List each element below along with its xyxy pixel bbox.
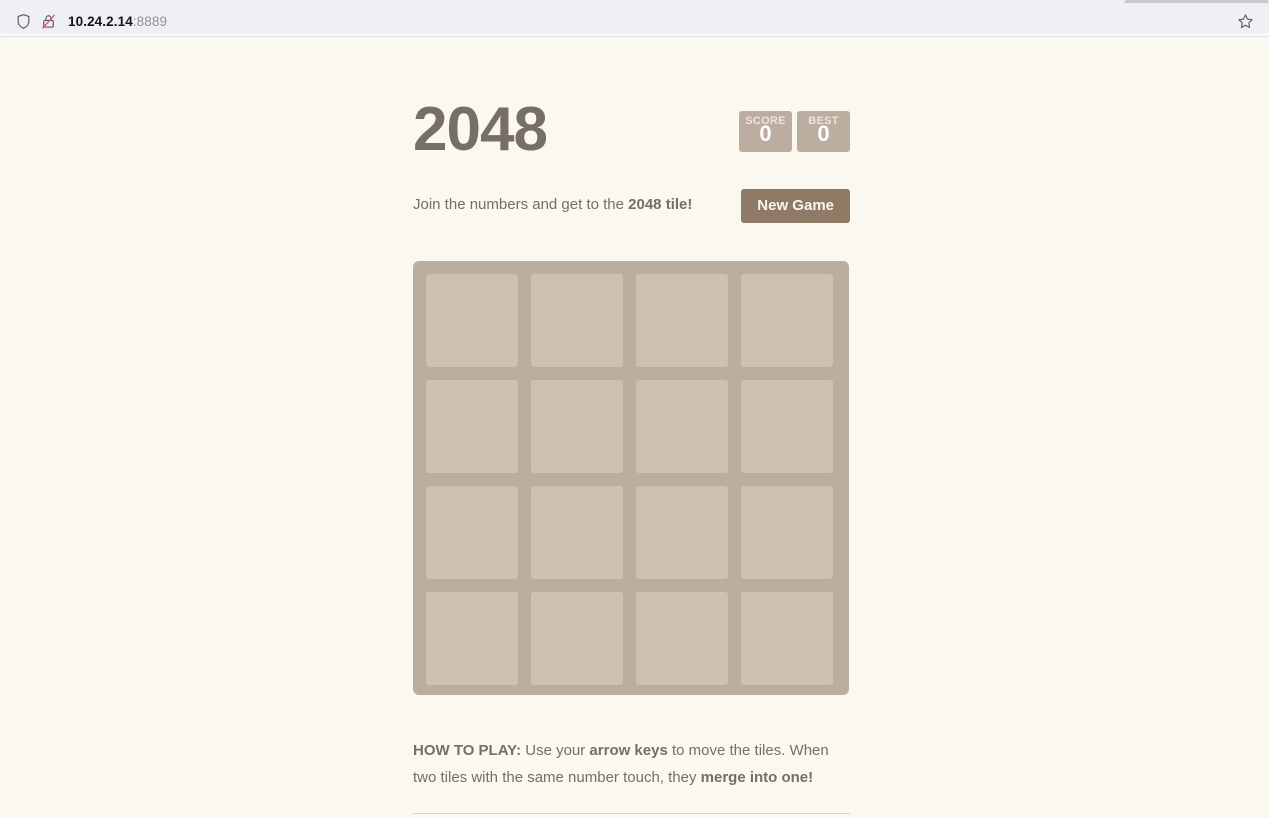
grid-cell [531,380,623,473]
grid-cell [636,486,728,579]
heading: 2048 SCORE 0 BEST 0 [413,37,850,174]
how-to-play-label: HOW TO PLAY: [413,742,522,759]
best-label: BEST [808,115,839,127]
grid-cell [741,592,833,685]
scores-container: SCORE 0 BEST 0 [739,111,850,152]
grid-cell [741,486,833,579]
url-text[interactable]: 10.24.2.14:8889 [68,14,167,29]
page-title: 2048 [413,95,548,164]
grid-cell [741,380,833,473]
shield-icon[interactable] [15,13,32,30]
active-tab[interactable] [1124,0,1269,3]
arrow-keys-strong: arrow keys [589,742,668,759]
grid-row [426,486,836,579]
footer-divider [413,813,850,814]
page-body: 2048 SCORE 0 BEST 0 Join the numbers and… [0,37,1269,818]
game-intro: Join the numbers and get to the 2048 til… [413,194,692,216]
score-box: SCORE 0 [739,111,792,152]
best-box: BEST 0 [797,111,850,152]
insecure-lock-icon[interactable] [40,13,57,30]
grid-cell [636,592,728,685]
grid-cell [636,274,728,367]
grid-cell [741,274,833,367]
how-to-play-text: HOW TO PLAY: Use your arrow keys to move… [413,737,850,791]
url-port: :8889 [132,14,168,29]
grid-cell [531,486,623,579]
address-bar[interactable]: 10.24.2.14:8889 [6,9,1263,34]
grid-cell [426,380,518,473]
merge-strong: merge into one! [700,769,814,786]
grid-row [426,380,836,473]
grid-cell [426,274,518,367]
game-container-wrapper: 2048 SCORE 0 BEST 0 Join the numbers and… [413,37,850,814]
grid-container [426,274,836,685]
grid-row [426,274,836,367]
grid-cell [426,486,518,579]
game-intro-strong: 2048 tile! [628,196,693,213]
grid-cell [426,592,518,685]
game-intro-text: Join the numbers and get to the [413,196,629,213]
bookmark-star-icon[interactable] [1237,13,1254,30]
above-game-row: Join the numbers and get to the 2048 til… [413,189,850,229]
score-label: SCORE [745,115,786,127]
how-to-play-part-1: Use your [521,742,590,759]
browser-chrome: 10.24.2.14:8889 [0,0,1269,37]
grid-row [426,592,836,685]
grid-cell [531,592,623,685]
new-game-button[interactable]: New Game [741,189,850,223]
grid-cell [636,380,728,473]
grid-cell [531,274,623,367]
url-host: 10.24.2.14 [68,14,133,29]
urlbar-row: 10.24.2.14:8889 [0,4,1269,34]
game-board[interactable] [413,261,849,695]
